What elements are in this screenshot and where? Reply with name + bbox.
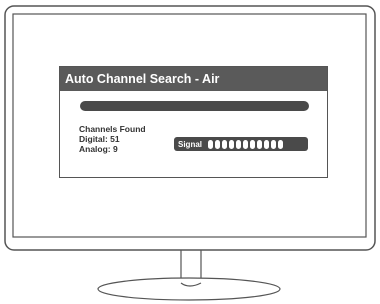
search-progress-bar bbox=[80, 101, 309, 111]
signal-label: Signal bbox=[178, 139, 203, 149]
signal-strength-meter: Signal bbox=[174, 137, 308, 151]
signal-bar bbox=[236, 139, 242, 149]
signal-bar bbox=[257, 139, 263, 149]
auto-channel-search-dialog: Auto Channel Search - Air Channels Found… bbox=[59, 66, 328, 178]
tv-base bbox=[97, 277, 281, 301]
search-progress-fill bbox=[80, 101, 309, 111]
signal-bar bbox=[215, 139, 221, 149]
channels-found-label: Channels Found bbox=[79, 124, 146, 134]
signal-bar bbox=[222, 139, 228, 149]
analog-count: Analog: 9 bbox=[79, 144, 118, 154]
dialog-title: Auto Channel Search - Air bbox=[60, 67, 327, 91]
signal-bar bbox=[264, 139, 270, 149]
channel-info: Channels Found Digital: 51 Analog: 9 bbox=[79, 124, 146, 154]
signal-bar bbox=[208, 139, 214, 149]
signal-bar bbox=[250, 139, 256, 149]
signal-bars bbox=[208, 139, 284, 149]
signal-bar bbox=[271, 139, 277, 149]
signal-bar bbox=[243, 139, 249, 149]
signal-bar bbox=[229, 139, 235, 149]
signal-bar bbox=[278, 139, 284, 149]
digital-count: Digital: 51 bbox=[79, 134, 120, 144]
